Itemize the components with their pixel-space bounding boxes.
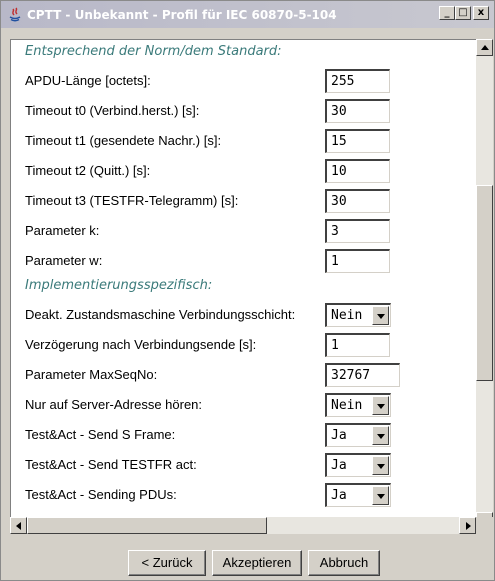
parameter-k-input[interactable]: 3: [325, 219, 390, 243]
vertical-scroll-thumb[interactable]: [476, 185, 493, 381]
field-label: APDU-Länge [octets]:: [25, 73, 151, 88]
chevron-down-icon[interactable]: [372, 306, 389, 325]
field-label: Timeout t3 (TESTFR-Telegramm) [s]:: [25, 193, 239, 208]
scroll-right-button[interactable]: [459, 517, 476, 534]
cancel-button[interactable]: Abbruch: [308, 550, 380, 576]
title-bar[interactable]: CPTT - Unbekannt - Profil für IEC 60870-…: [1, 1, 494, 28]
chevron-down-icon[interactable]: [372, 396, 389, 415]
java-app-icon: [9, 6, 21, 21]
vertical-scrollbar[interactable]: [476, 39, 493, 529]
scrollbar-corner: [476, 517, 493, 534]
scroll-left-button[interactable]: [10, 517, 27, 534]
timeout-t0-input[interactable]: 30: [325, 99, 390, 123]
chevron-down-icon[interactable]: [372, 456, 389, 475]
select-value: Nein: [331, 308, 363, 323]
button-bar: < Zurück Akzeptieren Abbruch: [1, 546, 494, 580]
field-label: Verzögerung nach Verbindungsende [s]:: [25, 337, 257, 352]
send-testfr-act-select[interactable]: Ja: [325, 453, 391, 477]
field-label: Timeout t2 (Quitt.) [s]:: [25, 163, 151, 178]
accept-button[interactable]: Akzeptieren: [212, 550, 302, 576]
field-label: Parameter k:: [25, 223, 100, 238]
select-value: Ja: [331, 428, 347, 443]
chevron-down-icon[interactable]: [372, 486, 389, 505]
field-label: Nur auf Server-Adresse hören:: [25, 397, 203, 412]
field-label: Timeout t1 (gesendete Nachr.) [s]:: [25, 133, 222, 148]
settings-panel: Entsprechend der Norm/dem Standard: APDU…: [10, 39, 477, 530]
timeout-t3-input[interactable]: 30: [325, 189, 390, 213]
horizontal-scroll-thumb[interactable]: [27, 517, 267, 534]
timeout-t1-input[interactable]: 15: [325, 129, 390, 153]
scroll-up-button[interactable]: [476, 39, 493, 56]
window-title: CPTT - Unbekannt - Profil für IEC 60870-…: [27, 7, 337, 22]
apdu-length-input[interactable]: 255: [325, 69, 390, 93]
close-button[interactable]: x: [473, 6, 489, 20]
field-label: Test&Act - Send S Frame:: [25, 427, 176, 442]
maximize-button[interactable]: □: [455, 6, 471, 20]
minimize-button[interactable]: _: [439, 6, 455, 20]
parameter-w-input[interactable]: 1: [325, 249, 390, 273]
send-s-frame-select[interactable]: Ja: [325, 423, 391, 447]
section-heading-implementation: Implementierungsspezifisch:: [25, 278, 213, 293]
delay-after-disconnect-input[interactable]: 1: [325, 333, 390, 357]
horizontal-scrollbar[interactable]: [10, 517, 476, 534]
field-label: Timeout t0 (Verbind.herst.) [s]:: [25, 103, 200, 118]
deact-state-machine-select[interactable]: Nein: [325, 303, 391, 327]
field-label: Test&Act - Sending PDUs:: [25, 487, 177, 502]
select-value: Nein: [331, 398, 363, 413]
field-label: Parameter MaxSeqNo:: [25, 367, 158, 382]
chevron-down-icon[interactable]: [372, 426, 389, 445]
select-value: Ja: [331, 488, 347, 503]
field-label: Test&Act - Send TESTFR act:: [25, 457, 197, 472]
max-seq-no-input[interactable]: 32767: [325, 363, 400, 387]
section-heading-standard: Entsprechend der Norm/dem Standard:: [25, 44, 282, 59]
server-address-only-select[interactable]: Nein: [325, 393, 391, 417]
select-value: Ja: [331, 458, 347, 473]
dialog-window: CPTT - Unbekannt - Profil für IEC 60870-…: [0, 0, 495, 581]
field-label: Parameter w:: [25, 253, 103, 268]
back-button[interactable]: < Zurück: [128, 550, 206, 576]
timeout-t2-input[interactable]: 10: [325, 159, 390, 183]
field-label: Deakt. Zustandsmaschine Verbindungsschic…: [25, 307, 296, 322]
sending-pdus-select[interactable]: Ja: [325, 483, 391, 507]
